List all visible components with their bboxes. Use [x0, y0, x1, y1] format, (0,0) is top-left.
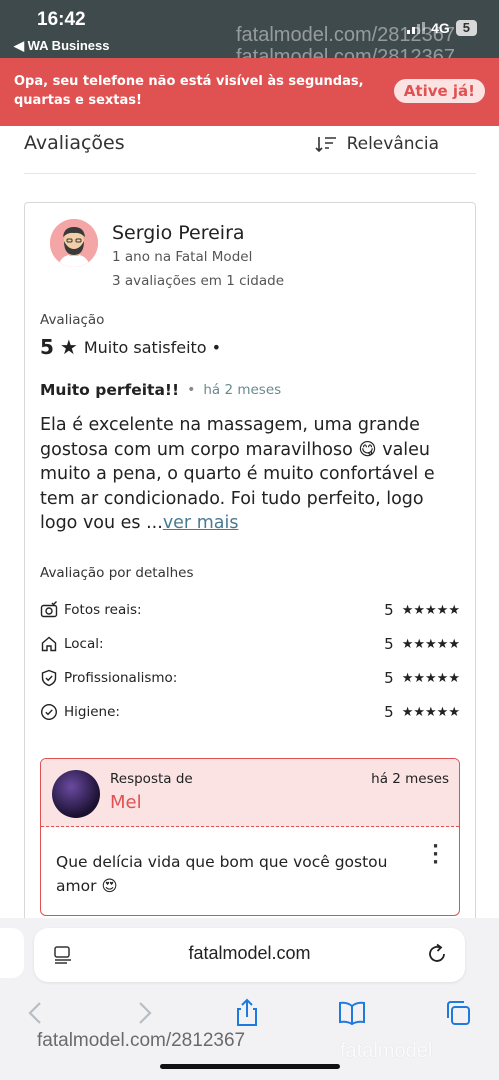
- review-body: Ela é excelente na massagem, uma grande …: [40, 413, 460, 536]
- separator-dot: •: [187, 382, 196, 398]
- reply-box: Resposta de Mel há 2 meses Que delícia v…: [40, 758, 460, 916]
- detail-row-location: Local: 5 ★★★★★: [40, 633, 460, 655]
- detail-score: 5: [384, 601, 394, 619]
- signal-icon: [407, 22, 426, 34]
- detail-name: Local:: [64, 636, 104, 652]
- reply-text: Que delícia vida que bom que você gostou…: [56, 853, 388, 895]
- status-time: 16:42: [37, 9, 86, 30]
- camera-check-icon: [40, 601, 58, 618]
- previous-tab-peek[interactable]: [0, 928, 24, 978]
- reload-icon[interactable]: [425, 942, 449, 966]
- reviewer-avatar: [50, 219, 98, 267]
- reply-header: Resposta de Mel há 2 meses: [41, 759, 459, 827]
- sort-icon: [314, 137, 336, 153]
- detail-score: 5: [384, 669, 394, 687]
- activate-button[interactable]: Ative já!: [393, 79, 485, 103]
- watermark-logo: fatalmodel: [340, 1040, 433, 1062]
- network-type: 4G: [431, 20, 450, 36]
- detail-name: Higiene:: [64, 704, 120, 720]
- rating-value: 5: [40, 335, 54, 359]
- review-title: Muito perfeita!!: [40, 381, 180, 399]
- visibility-banner: Opa, seu telefone não está visível às se…: [0, 58, 499, 126]
- detail-score: 5: [384, 635, 394, 653]
- more-options-icon[interactable]: · · ·: [432, 838, 439, 872]
- rating-label: Avaliação: [40, 312, 105, 328]
- divider: [24, 173, 476, 174]
- details-label: Avaliação por detalhes: [40, 565, 194, 581]
- sort-label: Relevância: [346, 134, 439, 154]
- address-bar[interactable]: fatalmodel.com: [34, 928, 465, 982]
- review-title-row: Muito perfeita!! • há 2 meses: [40, 381, 281, 399]
- back-to-app-link[interactable]: ◀ WA Business: [14, 38, 109, 54]
- reviewer-member-since: 1 ano na Fatal Model: [112, 249, 253, 265]
- see-more-link[interactable]: ver mais: [163, 513, 239, 533]
- watermark-bottom: fatalmodel.com/2812367: [37, 1030, 246, 1051]
- detail-row-photos: Fotos reais: 5 ★★★★★: [40, 599, 460, 621]
- check-circle-icon: [40, 703, 58, 721]
- home-icon: [41, 636, 57, 652]
- reply-avatar: [52, 770, 100, 818]
- sort-button[interactable]: Relevância: [314, 134, 439, 154]
- rating-summary: 5 ★ Muito satisfeito •: [40, 335, 221, 359]
- detail-stars: ★★★★★: [401, 670, 460, 686]
- forward-icon[interactable]: [128, 998, 158, 1028]
- home-indicator: [160, 1064, 340, 1069]
- reviewer-stats: 3 avaliações em 1 cidade: [112, 273, 285, 289]
- status-indicators: 4G 5: [407, 20, 477, 36]
- shield-check-icon: [41, 669, 57, 687]
- banner-text: Opa, seu telefone não está visível às se…: [14, 74, 364, 108]
- status-bar: 16:42 ◀ WA Business fatalmodel.com/28123…: [0, 0, 499, 68]
- reply-date: há 2 meses: [371, 771, 449, 787]
- reply-label: Resposta de: [110, 771, 193, 787]
- avatar-illustration: [50, 219, 98, 267]
- detail-name: Profissionalismo:: [64, 670, 178, 686]
- back-icon[interactable]: [22, 998, 52, 1028]
- detail-stars: ★★★★★: [401, 704, 460, 720]
- reply-author[interactable]: Mel: [110, 792, 142, 813]
- url-text: fatalmodel.com: [188, 943, 311, 963]
- bookmarks-icon[interactable]: [337, 998, 367, 1028]
- detail-row-hygiene: Higiene: 5 ★★★★★: [40, 701, 460, 723]
- detail-score: 5: [384, 703, 394, 721]
- review-date: há 2 meses: [203, 382, 282, 398]
- battery-icon: 5: [455, 20, 477, 36]
- rating-text: Muito satisfeito •: [83, 337, 222, 357]
- detail-name: Fotos reais:: [64, 602, 142, 618]
- share-icon[interactable]: [232, 998, 262, 1028]
- reviewer-name[interactable]: Sergio Pereira: [112, 222, 245, 244]
- review-card: Sergio Pereira 1 ano na Fatal Model 3 av…: [24, 202, 476, 942]
- star-icon: ★: [59, 335, 78, 359]
- tabs-icon[interactable]: [443, 998, 473, 1028]
- detail-row-professionalism: Profissionalismo: 5 ★★★★★: [40, 667, 460, 689]
- detail-stars: ★★★★★: [401, 602, 460, 618]
- detail-stars: ★★★★★: [401, 636, 460, 652]
- reviews-title: Avaliações: [24, 132, 125, 154]
